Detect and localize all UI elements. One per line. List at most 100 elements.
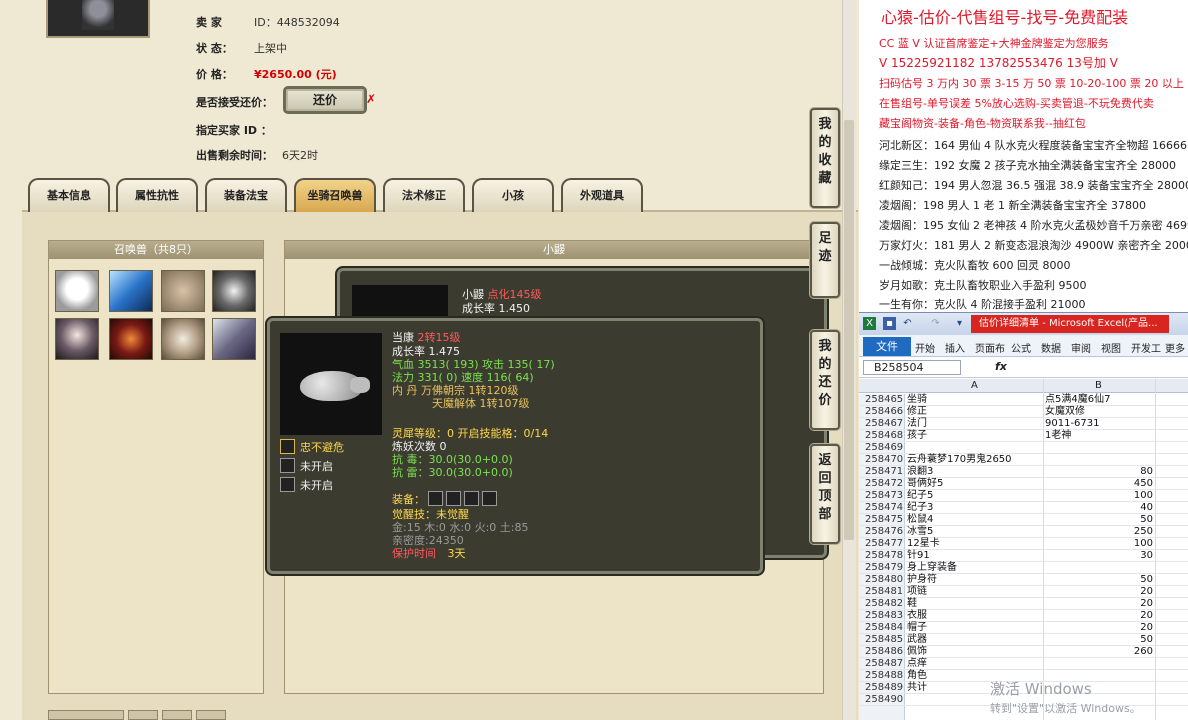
pet-skill-2: 未开启 <box>300 460 333 473</box>
cell-a: 浪翻3 <box>907 466 934 477</box>
row-number: 258483 <box>865 610 904 621</box>
footprints-button[interactable]: 足 迹 <box>810 222 840 298</box>
customize-icon[interactable]: ▾ <box>953 317 966 330</box>
ad-line: 河北新区：164 男仙 4 队水克火程度装备宝宝齐全物超 16666 <box>879 139 1187 152</box>
excel-title-bar: X ▪ ↶ ↷ ▾ 估价详细清单 - Microsoft Excel(产品... <box>859 313 1188 335</box>
ribbon-tab-layout[interactable]: 页面布 <box>975 340 1005 355</box>
tab-children[interactable]: 小孩 <box>472 178 554 212</box>
bottom-tab[interactable] <box>196 710 226 720</box>
game-page: 卖 家 ID：448532094 状 态： 上架中 价 格： ¥2650.00 (元)… <box>0 0 858 720</box>
my-counter-offers-button[interactable]: 我 的 还 价 <box>810 330 840 430</box>
fx-icon[interactable]: fx <box>995 360 1007 373</box>
page-scrollbar-thumb[interactable] <box>844 120 854 540</box>
redo-icon[interactable]: ↷ <box>929 317 942 330</box>
avatar-figure <box>82 0 114 30</box>
table-row[interactable]: 258469 <box>859 442 1188 454</box>
ribbon-tab-more[interactable]: 更多 <box>1165 340 1185 355</box>
mount-name-line: 小鼹 点化145级 <box>462 288 542 301</box>
table-row[interactable]: 258467 法门 9011-6731 <box>859 418 1188 430</box>
cell-b: 女魔双修 <box>1045 406 1085 417</box>
pet-skill-1: 忠不避危 <box>300 441 344 454</box>
table-row[interactable]: 258487 点痒 <box>859 658 1188 670</box>
table-row[interactable]: 258475 松鼠4 50 <box>859 514 1188 526</box>
pet-level: 2转15级 <box>417 331 461 344</box>
table-row[interactable]: 258470 云舟蓑梦170男鬼2650 <box>859 454 1188 466</box>
bargain-label: 是否接受还价： <box>196 96 273 109</box>
ribbon-tab-review[interactable]: 审阅 <box>1071 340 1091 355</box>
table-row[interactable]: 258468 孩子 1老神 <box>859 430 1188 442</box>
lady-pet-icon[interactable] <box>55 318 99 360</box>
bottom-tab[interactable] <box>48 710 124 720</box>
cell-a: 项链 <box>907 586 927 597</box>
table-row[interactable]: 258477 12星卡 100 <box>859 538 1188 550</box>
bargain-cross-icon: ✗ <box>366 92 377 106</box>
tab-attributes[interactable]: 属性抗性 <box>116 178 198 212</box>
ribbon-tab-data[interactable]: 数据 <box>1041 340 1061 355</box>
cell-value: 20 <box>1140 598 1153 609</box>
dragon-pet-icon[interactable] <box>212 318 256 360</box>
name-box[interactable]: B258504 <box>863 360 961 375</box>
cell-value: 80 <box>1140 466 1153 477</box>
table-row[interactable]: 258480 护身符 50 <box>859 574 1188 586</box>
table-row[interactable]: 258479 身上穿装备 <box>859 562 1188 574</box>
counter-offer-button[interactable]: 还价 <box>283 86 367 114</box>
column-b-header[interactable]: B <box>1095 380 1102 391</box>
tab-equipment[interactable]: 装备法宝 <box>205 178 287 212</box>
ad-line: V 15225921182 13782553476 13号加 V <box>879 56 1118 70</box>
table-row[interactable]: 258486 佩饰 260 <box>859 646 1188 658</box>
table-row[interactable]: 258472 哥俩好5 450 <box>859 478 1188 490</box>
windows-activation-hint: 转到"设置"以激活 Windows。 <box>990 702 1141 715</box>
cell-value: 50 <box>1140 574 1153 585</box>
table-row[interactable]: 258482 鞋 20 <box>859 598 1188 610</box>
role-avatar <box>46 0 150 38</box>
row-number: 258468 <box>865 430 904 441</box>
equip-slot-icon <box>482 491 497 506</box>
mask-pet-icon[interactable] <box>161 318 205 360</box>
owl-pet-icon[interactable] <box>161 270 205 312</box>
ribbon-tab-insert[interactable]: 插入 <box>945 340 965 355</box>
excel-file-tab[interactable]: 文件 <box>863 337 911 356</box>
table-row[interactable]: 258485 武器 50 <box>859 634 1188 646</box>
tab-basic-info[interactable]: 基本信息 <box>28 178 110 212</box>
table-row[interactable]: 258484 帽子 20 <box>859 622 1188 634</box>
ice-pet-icon[interactable] <box>109 270 153 312</box>
table-row[interactable]: 258476 冰雪5 250 <box>859 526 1188 538</box>
back-to-top-button[interactable]: 返 回 顶 部 <box>810 444 840 544</box>
my-favorites-button[interactable]: 我 的 收 藏 <box>810 108 840 208</box>
table-row[interactable]: 258478 针91 30 <box>859 550 1188 562</box>
cell-a: 武器 <box>907 634 927 645</box>
skill-icon <box>280 439 295 454</box>
table-row[interactable]: 258474 纪子3 40 <box>859 502 1188 514</box>
seller-id: ID：448532094 <box>254 16 340 29</box>
fire-pet-icon[interactable] <box>109 318 153 360</box>
bear-pet-icon[interactable] <box>55 270 99 312</box>
bottom-tab[interactable] <box>162 710 192 720</box>
row-number: 258480 <box>865 574 904 585</box>
column-a-header[interactable]: A <box>971 380 978 391</box>
ribbon-tab-developer[interactable]: 开发工 <box>1131 340 1161 355</box>
table-row[interactable]: 258465 坐骑 点5满4魔6仙7 <box>859 394 1188 406</box>
table-row[interactable]: 258471 浪翻3 80 <box>859 466 1188 478</box>
locked-slot-icon <box>280 458 295 473</box>
btn-char: 我 <box>818 117 832 132</box>
seller-ad-panel: 心猿-估价-代售组号-找号-免费配装 CC 蓝 V 认证首席鉴定+大神金牌鉴定为… <box>859 0 1188 312</box>
table-row[interactable]: 258483 衣服 20 <box>859 610 1188 622</box>
tab-mounts-pets[interactable]: 坐骑召唤兽 <box>294 178 376 212</box>
remaining-label: 出售剩余时间： <box>196 149 273 162</box>
pet-protect-value: 3天 <box>447 547 466 560</box>
spirit-pet-icon[interactable] <box>212 270 256 312</box>
row-number: 258481 <box>865 586 904 597</box>
ribbon-tab-formulas[interactable]: 公式 <box>1011 340 1031 355</box>
save-icon[interactable]: ▪ <box>883 317 896 330</box>
ribbon-tab-home[interactable]: 开始 <box>915 340 935 355</box>
undo-icon[interactable]: ↶ <box>901 317 914 330</box>
tab-spell-mods[interactable]: 法术修正 <box>383 178 465 212</box>
table-row[interactable]: 258473 纪子5 100 <box>859 490 1188 502</box>
btn-char: 返 <box>818 453 832 468</box>
tab-cosmetics[interactable]: 外观道具 <box>561 178 643 212</box>
ribbon-tab-view[interactable]: 视图 <box>1101 340 1121 355</box>
table-row[interactable]: 258481 项链 20 <box>859 586 1188 598</box>
cell-a: 孩子 <box>907 430 927 441</box>
bottom-tab[interactable] <box>128 710 158 720</box>
table-row[interactable]: 258466 修正 女魔双修 <box>859 406 1188 418</box>
